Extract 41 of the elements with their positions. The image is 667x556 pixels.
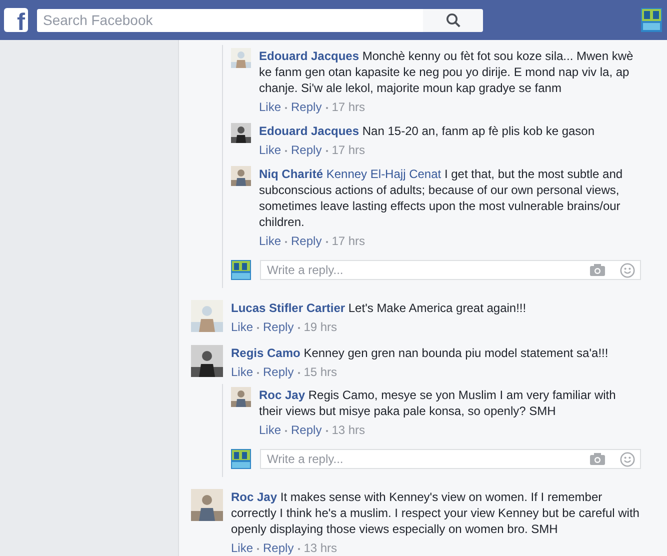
- search-icon: [446, 12, 460, 28]
- timestamp: 13 hrs: [304, 541, 338, 555]
- comment-text: Lucas Stifler Cartier Let's Make America great again!!!: [231, 300, 528, 316]
- avatar-icon: [231, 449, 251, 469]
- camera-icon[interactable]: [590, 264, 605, 276]
- like-link[interactable]: Like: [259, 143, 282, 157]
- timestamp: 13 hrs: [332, 423, 366, 437]
- smiley-icon[interactable]: [620, 262, 635, 278]
- like-link[interactable]: Like: [259, 234, 282, 248]
- reply-text: Roc Jay Regis Camo, mesye se yon Muslim I am very familiar with their views but misye paka pale konsa, so openly? SMH: [259, 387, 617, 419]
- reply-link[interactable]: Reply: [291, 423, 322, 437]
- timestamp: 17 hrs: [332, 234, 366, 248]
- timestamp: 19 hrs: [304, 320, 338, 334]
- timestamp: 15 hrs: [304, 365, 338, 379]
- like-link[interactable]: Like: [231, 541, 254, 555]
- timestamp: 17 hrs: [332, 143, 366, 157]
- reply-field[interactable]: Write a reply...: [260, 260, 641, 280]
- reply-text: Niq Charité Kenney El-Hajj Cenat I get that, but the most subtle and subconscious actions of adults; because of our own personal views, sometimes leave lasting effects upon the most vulnerable brains/our children.: [259, 166, 624, 230]
- reply-field[interactable]: Write a reply...: [260, 449, 641, 469]
- facebook-logo[interactable]: f: [4, 8, 28, 32]
- timestamp: 17 hrs: [332, 100, 366, 114]
- camera-icon[interactable]: [590, 453, 605, 465]
- like-link[interactable]: Like: [259, 100, 282, 114]
- reply-text: Edouard Jacques Nan 15-20 an, fanm ap fè plis kob ke gason: [259, 123, 596, 139]
- reply-link[interactable]: Reply: [263, 320, 294, 334]
- comment-text: Roc Jay It makes sense with Kenney's view on women. If I remember correctly I think he's a muslim. I respect your view Kenney but be careful with openly displaying those views especially on women bro. SMH: [231, 489, 640, 537]
- reply-link[interactable]: Reply: [263, 541, 294, 555]
- smiley-icon[interactable]: [620, 452, 635, 466]
- avatar-icon: [231, 260, 251, 280]
- reply-link[interactable]: Reply: [263, 365, 294, 379]
- profile-icon[interactable]: [641, 8, 662, 32]
- search-field[interactable]: Search Facebook: [37, 8, 423, 32]
- search-button[interactable]: [423, 8, 483, 32]
- like-link[interactable]: Like: [231, 365, 254, 379]
- like-link[interactable]: Like: [259, 423, 282, 437]
- reply-link[interactable]: Reply: [291, 143, 322, 157]
- like-link[interactable]: Like: [231, 320, 254, 334]
- reply-text: Edouard Jacques Monchè kenny ou fèt fot sou koze sila... Mwen kwè ke fanm gen otan kapasite ke neg pou yo dirije. E mond nap viv la, ap chanje. Si'w ale lekol, majorite moun kap gradye se fanm: [259, 48, 634, 96]
- reply-link[interactable]: Reply: [291, 100, 322, 114]
- comment-text: Regis Camo Kenney gen gren nan bounda piu model statement sa'a!!!: [231, 345, 610, 361]
- reply-link[interactable]: Reply: [291, 234, 322, 248]
